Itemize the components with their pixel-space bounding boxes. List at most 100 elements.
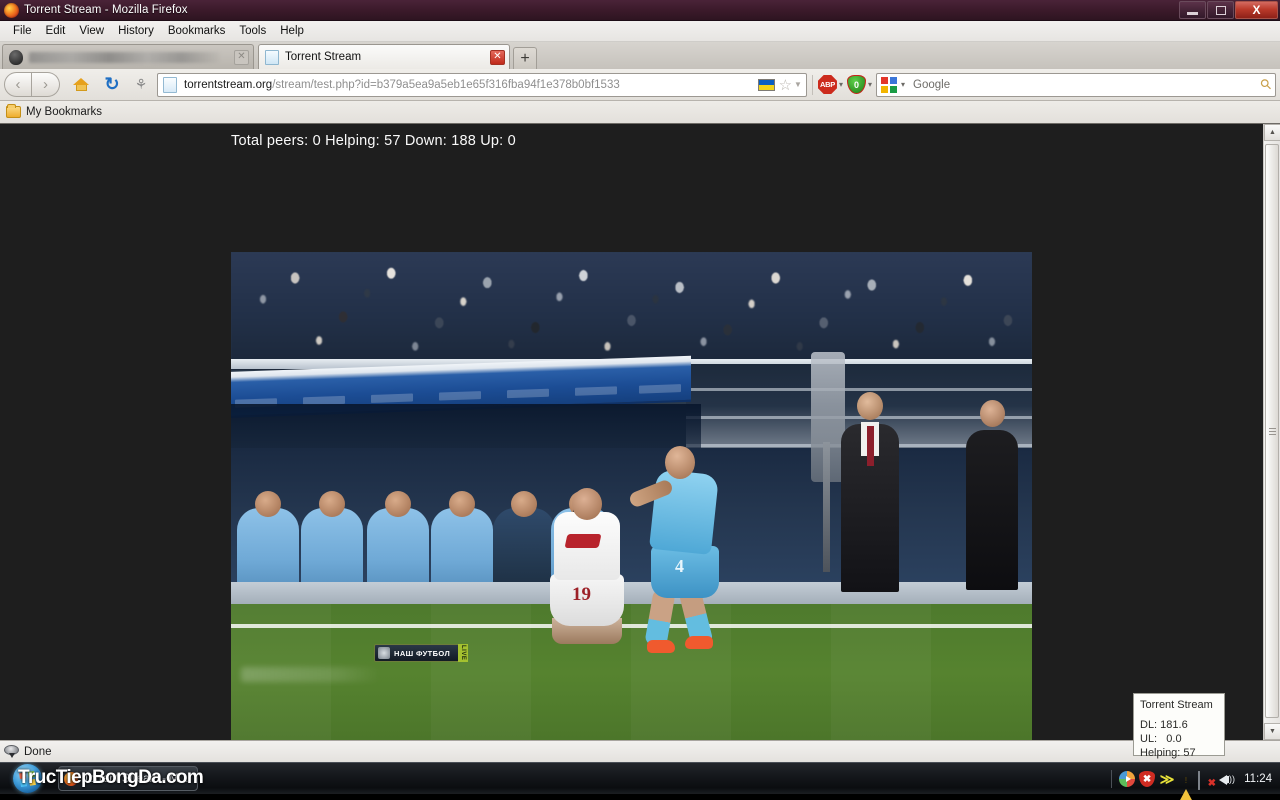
ukraine-flag-icon[interactable]: [757, 78, 775, 91]
restore-icon: [1215, 5, 1226, 15]
url-domain: torrentstream.org: [184, 78, 273, 91]
taskbar-item-torrent-stream[interactable]: Torrent Stream - M...: [58, 766, 199, 791]
tab-label: Torrent Stream: [285, 51, 362, 63]
search-icon[interactable]: ⚲: [1256, 75, 1275, 94]
firefox-logo-icon: [4, 2, 19, 18]
club-crest: [564, 534, 602, 548]
broadcaster-logo: НАШ ФУТБОЛ: [374, 644, 468, 662]
zigzag-icon[interactable]: ≫: [1159, 771, 1175, 787]
home-roof: [73, 78, 89, 85]
status-text: Done: [24, 745, 52, 758]
folder-icon: [6, 104, 21, 118]
close-button[interactable]: X: [1235, 1, 1278, 19]
url-bar[interactable]: torrentstream.org/stream/test.php?id=b37…: [157, 72, 807, 97]
tab-close-button[interactable]: ✕: [490, 49, 505, 65]
player-number: 19: [572, 584, 591, 605]
start-button[interactable]: [0, 764, 54, 794]
volume-icon[interactable]: ))): [1219, 772, 1236, 787]
chevron-down-icon[interactable]: ▾: [839, 80, 843, 89]
torrent-stream-tooltip: Torrent Stream DL: 181.6 UL: 0.0 Helping…: [1133, 693, 1225, 759]
tooltip-title: Torrent Stream: [1140, 699, 1213, 711]
scrollbar-thumb[interactable]: [1265, 144, 1279, 718]
broadcaster-name: НАШ ФУТБОЛ: [394, 648, 451, 658]
browser-status-bar: Done: [0, 740, 1280, 762]
stadium-crowd-detail: [231, 252, 1032, 370]
live-badge: LIVE: [458, 644, 468, 662]
tab-label: [29, 51, 220, 63]
security-shield-icon[interactable]: 0: [846, 75, 866, 94]
minimize-button[interactable]: [1179, 1, 1206, 19]
warning-icon[interactable]: !: [1179, 771, 1194, 800]
tooltip-ul-rate: UL: 0.0: [1140, 733, 1182, 745]
scroll-down-button[interactable]: ▼: [1264, 723, 1280, 740]
tab-torrent-stream[interactable]: Torrent Stream ✕: [258, 44, 510, 69]
menu-bar: File Edit View History Bookmarks Tools H…: [0, 21, 1280, 42]
menu-bookmarks[interactable]: Bookmarks: [161, 23, 233, 39]
search-bar[interactable]: ▾ Google ⚲: [876, 72, 1276, 97]
camera-pole: [823, 442, 830, 572]
tray-divider: [1111, 770, 1113, 788]
chevron-down-icon[interactable]: ▾: [868, 80, 872, 89]
player-blue-kit: 4: [627, 446, 731, 654]
network-disconnected-icon[interactable]: ✖: [1198, 770, 1216, 790]
page-scrollbar[interactable]: ▲ ▼: [1263, 124, 1280, 740]
minimize-icon: [1187, 11, 1198, 15]
antivirus-shield-icon[interactable]: ✖: [1139, 771, 1156, 787]
official-in-black: [966, 400, 1018, 590]
tooltip-dl-rate: DL: 181.6: [1140, 719, 1188, 731]
chevron-down-icon[interactable]: ▼: [794, 80, 802, 89]
blob-favicon-icon: [9, 49, 23, 65]
bookmarks-toolbar: My Bookmarks: [0, 101, 1280, 124]
official-in-suit: [841, 392, 899, 592]
download-icon[interactable]: [4, 744, 19, 759]
forward-button[interactable]: ›: [32, 72, 60, 97]
page-viewport: Total peers: 0 Helping: 57 Down: 188 Up:…: [0, 124, 1263, 740]
bug-icon[interactable]: ⚘: [129, 72, 153, 98]
toolbar-divider: [811, 74, 813, 95]
page-content: Total peers: 0 Helping: 57 Down: 188 Up:…: [0, 124, 1280, 740]
windows-logo-icon: [12, 764, 42, 793]
new-tab-button[interactable]: +: [513, 47, 537, 69]
tab-blurred[interactable]: ✕: [2, 44, 254, 69]
reload-icon[interactable]: ↻: [100, 72, 124, 98]
tab-bar: ✕ Torrent Stream ✕ +: [0, 42, 1280, 69]
search-input[interactable]: Google: [913, 79, 1261, 91]
player-number: 4: [675, 556, 684, 576]
system-tray: ✖ ≫ ! ✖ ))) 11:24: [1111, 763, 1276, 800]
back-button[interactable]: ‹: [4, 72, 32, 97]
menu-file[interactable]: File: [6, 23, 39, 39]
tooltip-helping: Helping: 57: [1140, 747, 1196, 759]
bookmark-star-icon[interactable]: ☆: [779, 76, 792, 94]
window-titlebar: Torrent Stream - Mozilla Firefox X: [0, 0, 1280, 21]
broadcaster-emblem-icon: [378, 647, 390, 659]
home-icon[interactable]: [68, 72, 94, 98]
scrollbar-grip: [1268, 427, 1276, 435]
navigation-toolbar: ‹ › ↻ ⚘ torrentstream.org/stream/test.ph…: [0, 69, 1280, 101]
video-player[interactable]: 19 4 НАШ ФУТБОЛ LIVE: [231, 252, 1032, 740]
url-text: torrentstream.org/stream/test.php?id=b37…: [184, 79, 758, 91]
window-title: Torrent Stream - Mozilla Firefox: [24, 4, 188, 16]
bookmark-my-bookmarks[interactable]: My Bookmarks: [26, 106, 102, 118]
document-favicon-icon: [163, 76, 177, 93]
restore-button[interactable]: [1207, 1, 1234, 19]
video-frame[interactable]: 19 4 НАШ ФУТБОЛ LIVE: [231, 252, 1032, 740]
player-white-kit: 19: [546, 488, 630, 644]
menu-edit[interactable]: Edit: [39, 23, 73, 39]
adblock-plus-icon[interactable]: ABP: [817, 75, 837, 94]
menu-tools[interactable]: Tools: [232, 23, 273, 39]
chevron-down-icon[interactable]: ▾: [901, 80, 905, 89]
taskbar-clock[interactable]: 11:24: [1244, 773, 1272, 785]
window-controls: X: [1179, 1, 1278, 19]
menu-view[interactable]: View: [72, 23, 111, 39]
windows-taskbar: Torrent Stream - M... TrucTiepBongDa.com…: [0, 762, 1280, 800]
tab-close-button[interactable]: ✕: [234, 49, 249, 65]
scroll-up-button[interactable]: ▲: [1264, 124, 1280, 141]
dugout-shadow: [231, 404, 701, 454]
google-icon[interactable]: [881, 76, 897, 93]
menu-history[interactable]: History: [111, 23, 161, 39]
home-body: [75, 85, 87, 91]
taskbar-item-label: Torrent Stream - M...: [83, 772, 189, 785]
menu-help[interactable]: Help: [273, 23, 311, 39]
pitch-watermark: [241, 667, 381, 682]
media-player-icon[interactable]: [1119, 771, 1136, 787]
